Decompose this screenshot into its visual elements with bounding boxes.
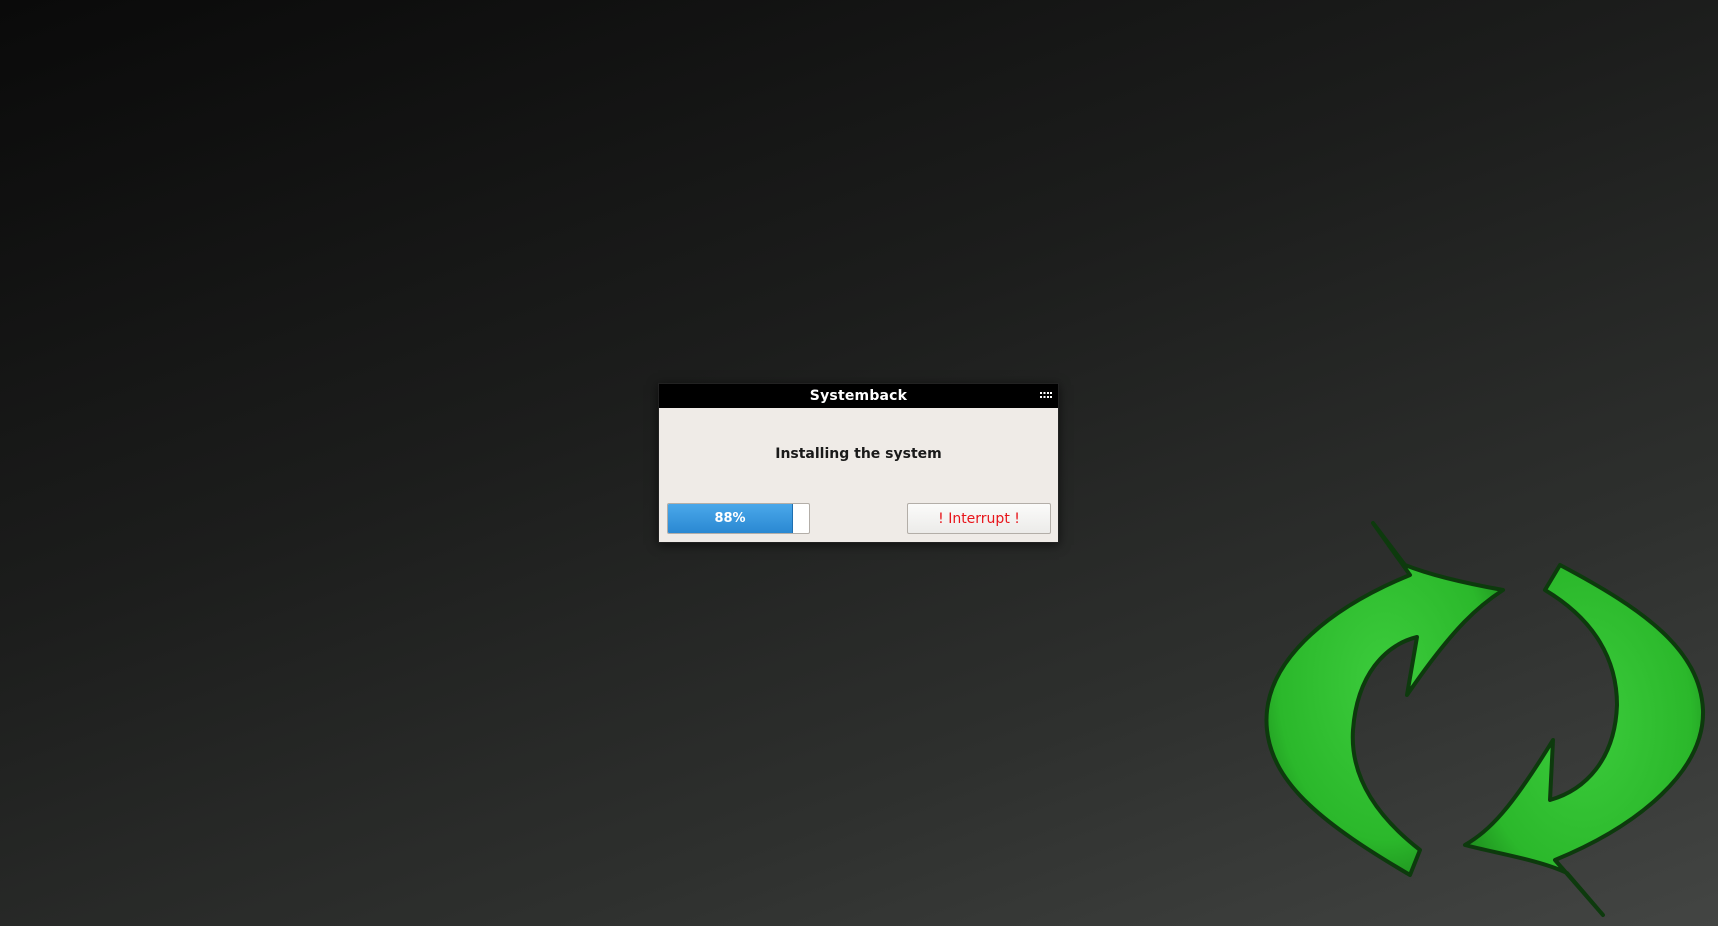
dialog-titlebar[interactable]: Systemback (659, 384, 1058, 408)
grip-icon[interactable] (1040, 392, 1052, 401)
desktop-background: Systemback Installing the system 88% ! I… (0, 0, 1718, 926)
systemback-dialog: Systemback Installing the system 88% ! I… (658, 383, 1059, 543)
window-title: Systemback (809, 388, 908, 404)
install-progress-bar: 88% (667, 503, 810, 534)
progress-percent: 88% (714, 511, 746, 526)
systemback-logo-icon (1264, 521, 1706, 917)
status-message: Installing the system (775, 446, 942, 462)
interrupt-button[interactable]: ! Interrupt ! (907, 503, 1051, 534)
